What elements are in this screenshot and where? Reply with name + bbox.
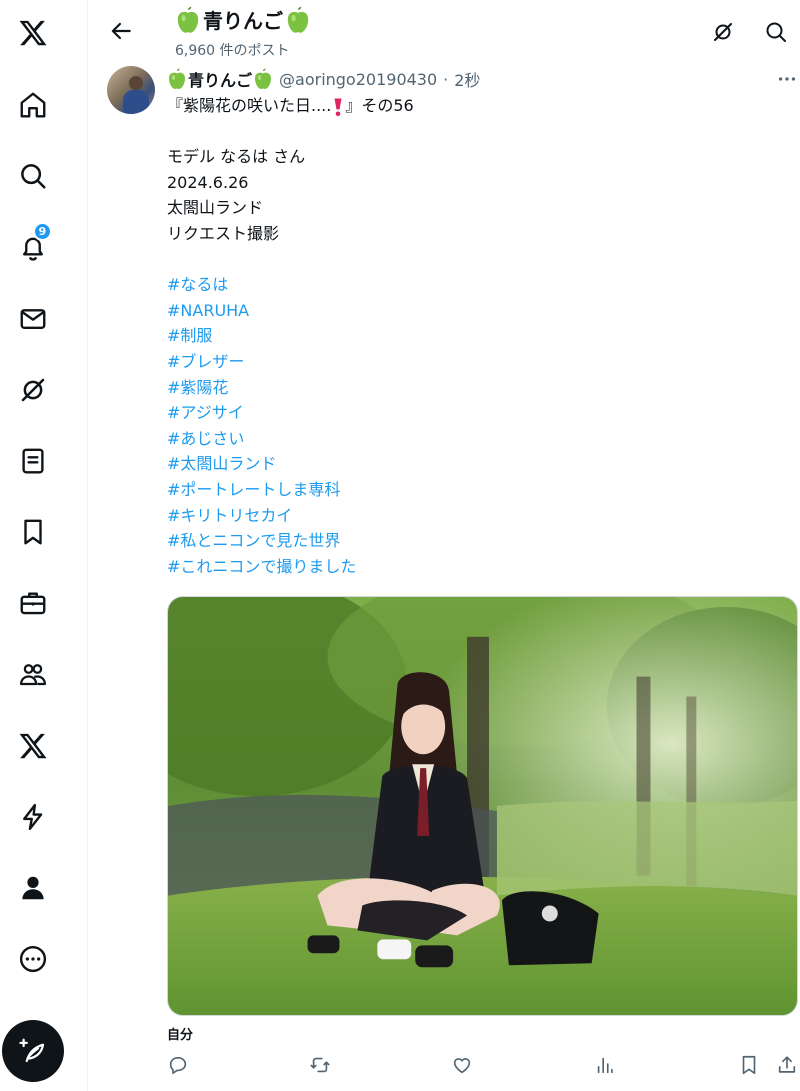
analytics-bars-icon — [597, 1057, 613, 1074]
repost-arrows-icon — [310, 1057, 330, 1073]
post-time[interactable]: 2秒 — [454, 67, 480, 91]
jobs-briefcase-icon[interactable] — [14, 584, 52, 622]
post-text-line: 2024.6.26 — [167, 172, 249, 192]
post-count: 6,960 件のポスト — [175, 43, 290, 59]
hashtag-link[interactable]: #ブレザー — [167, 352, 244, 371]
grok-icon[interactable] — [711, 20, 735, 44]
more-options-icon[interactable] — [776, 68, 798, 90]
search-icon[interactable] — [14, 157, 52, 195]
hashtag-link[interactable]: #NARUHA — [167, 301, 249, 320]
portrait-photo-illustration — [168, 597, 797, 1015]
views-button[interactable] — [594, 1054, 618, 1078]
home-icon[interactable] — [14, 86, 52, 124]
bookmark-icon — [742, 1055, 756, 1075]
hashtag-link[interactable]: #制服 — [167, 326, 212, 345]
post-text-segment: 『紫陽花の咲いた日.... — [167, 96, 332, 115]
hashtag-link[interactable]: #アジサイ — [167, 403, 244, 422]
hashtag-link[interactable]: #あじさい — [167, 429, 244, 448]
hashtag-link[interactable]: #これニコンで撮りました — [167, 557, 356, 576]
post-header: 青りんご @aoringo20190430 · 2秒 — [167, 67, 480, 91]
compose-post-button[interactable] — [2, 1020, 64, 1082]
post-text: 『紫陽花の咲いた日.... 』その56 モデル なるは さん 2024.6.26 … — [167, 93, 787, 579]
post-text-line: 太閤山ランド — [167, 198, 264, 218]
reply-button[interactable] — [167, 1054, 191, 1078]
x-logo-icon[interactable] — [14, 14, 52, 52]
post-separator: · — [443, 69, 449, 89]
green-apple-icon — [169, 68, 185, 89]
profile-header: 青りんご 6,960 件のポスト — [88, 0, 800, 62]
post-display-name[interactable]: 青りんご — [167, 67, 273, 91]
notification-badge: 9 — [33, 222, 52, 241]
post-text-segment: 』その56 — [345, 96, 414, 115]
premium-x-icon[interactable] — [14, 727, 52, 765]
green-apple-icon — [255, 68, 272, 89]
bookmark-button[interactable] — [738, 1054, 762, 1078]
post-photo[interactable] — [167, 596, 798, 1016]
messages-envelope-icon[interactable] — [14, 300, 52, 338]
profile-title-text: 青りんご — [203, 9, 283, 33]
back-arrow-icon[interactable] — [108, 18, 134, 44]
hashtag-link[interactable]: #ポートレートしま専科 — [167, 480, 340, 499]
hashtag-link[interactable]: #キリトリセカイ — [167, 506, 292, 525]
like-button[interactable] — [451, 1054, 475, 1078]
more-circle-icon[interactable] — [14, 940, 52, 978]
sidebar: 9 — [0, 0, 88, 1091]
bookmarks-icon[interactable] — [14, 513, 52, 551]
hashtag-link[interactable]: #太閤山ランド — [167, 454, 276, 473]
post-actions — [88, 1054, 800, 1084]
green-apple-icon — [287, 6, 309, 33]
heart-icon — [453, 1058, 471, 1074]
avatar[interactable] — [107, 66, 155, 114]
feather-plus-icon — [19, 1038, 45, 1063]
share-upload-icon — [778, 1056, 796, 1073]
hashtag-link[interactable]: #紫陽花 — [167, 378, 228, 397]
profile-title: 青りんご — [175, 5, 311, 34]
reply-bubble-icon — [169, 1057, 187, 1074]
notifications-bell-icon[interactable]: 9 — [14, 222, 52, 267]
photo-caption[interactable]: 自分 — [167, 1024, 193, 1043]
lists-icon[interactable] — [14, 442, 52, 480]
verified-orgs-lightning-icon[interactable] — [14, 798, 52, 836]
red-exclamation-icon — [334, 98, 342, 116]
hashtag-link[interactable]: #なるは — [167, 275, 228, 294]
share-button[interactable] — [776, 1054, 800, 1078]
profile-person-icon[interactable] — [14, 869, 52, 907]
hashtag-link[interactable]: #私とニコンで見た世界 — [167, 531, 340, 550]
post-text-line: 『紫陽花の咲いた日.... 』その56 — [167, 93, 787, 119]
display-name-text: 青りんご — [188, 71, 253, 90]
green-apple-icon — [177, 6, 199, 33]
post-handle[interactable]: @aoringo20190430 — [279, 70, 437, 89]
repost-button[interactable] — [309, 1054, 333, 1078]
grok-icon[interactable] — [14, 371, 52, 409]
communities-icon[interactable] — [14, 655, 52, 693]
post-text-line: モデル なるは さん — [167, 147, 306, 167]
search-icon[interactable] — [764, 20, 788, 44]
post-text-line: リクエスト撮影 — [167, 223, 280, 243]
